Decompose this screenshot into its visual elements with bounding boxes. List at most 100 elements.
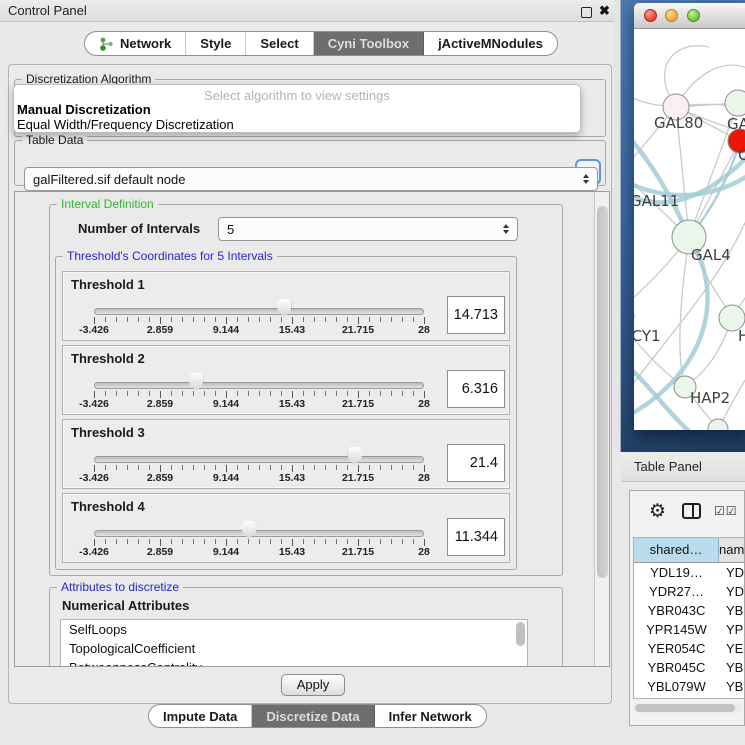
column-header-name[interactable]: name [719, 538, 745, 562]
threshold-slider-track[interactable] [94, 530, 424, 537]
attribute-list-item[interactable]: BetweennessCentrality [61, 658, 527, 667]
cell-shared-name[interactable]: YBR043C [634, 601, 719, 620]
threshold-slider-track[interactable] [94, 308, 424, 315]
settings-scrollpane: Interval Definition Number of Intervals … [14, 191, 610, 667]
table-row[interactable]: YDL19…YDL1 [634, 563, 745, 582]
attribute-list-item[interactable]: TopologicalCoefficient [61, 639, 527, 658]
threshold-value-field[interactable]: 6.316 [447, 370, 505, 408]
node-label: GAL11 [634, 192, 679, 210]
panel-divider[interactable] [614, 0, 621, 452]
apply-button[interactable]: Apply [281, 674, 345, 696]
node-table[interactable]: shared… name YDL19…YDL1YDR27…YDR2YBR043C… [633, 537, 745, 699]
table-row[interactable]: YBL079WYBL0 [634, 677, 745, 696]
slider-tick-label: -3.426 [79, 324, 109, 336]
node-label: GA [727, 115, 745, 133]
threshold-slider-track[interactable] [94, 456, 424, 463]
gear-icon[interactable]: ⚙ [649, 500, 666, 523]
cell-shared-name[interactable]: YLR345W [634, 696, 719, 699]
table-data-combobox[interactable]: galFiltered.sif default node [24, 167, 598, 191]
cell-shared-name[interactable]: YBL079W [634, 677, 719, 696]
tab-infer-network[interactable]: Infer Network [375, 705, 486, 727]
cell-shared-name[interactable]: YER054C [634, 639, 719, 658]
slider-tick-label: 15.43 [279, 398, 305, 410]
tab-style[interactable]: Style [186, 32, 246, 55]
network-node[interactable] [725, 90, 745, 116]
cell-name[interactable]: YDL1 [719, 563, 745, 582]
zoom-traffic-light-icon[interactable] [687, 9, 700, 22]
tab-jactivemnodules[interactable]: jActiveMNodules [424, 32, 557, 55]
number-of-intervals-combobox[interactable]: 5 [218, 217, 518, 241]
slider-major-tick [358, 317, 359, 324]
network-canvas[interactable]: GAL80GACGAL11GAL4GCY1HHAP2 [634, 29, 745, 430]
threshold-slider-track[interactable] [94, 382, 424, 389]
numerical-attributes-list[interactable]: SelfLoopsTopologicalCoefficientBetweenne… [60, 619, 528, 667]
network-window-titlebar[interactable] [634, 3, 745, 29]
cell-name[interactable]: YDR2 [719, 582, 745, 601]
cell-name[interactable]: YBR0 [719, 601, 745, 620]
threshold-panel-3: Threshold 3-3.4262.8599.14415.4321.71528… [62, 419, 510, 489]
cell-shared-name[interactable]: YDR27… [634, 582, 719, 601]
table-panel-title: Table Panel [634, 459, 702, 474]
attribute-list-item[interactable]: SelfLoops [61, 620, 527, 639]
slider-tick-label: 28 [418, 324, 430, 336]
threshold-value-field[interactable]: 11.344 [447, 518, 505, 556]
cell-name[interactable]: YLR3 [719, 696, 745, 699]
table-horizontal-scrollbar[interactable] [633, 703, 743, 713]
tab-impute-data[interactable]: Impute Data [149, 705, 252, 727]
table-row[interactable]: YER054CYER0 [634, 639, 745, 658]
table-row[interactable]: YLR345WYLR3 [634, 696, 745, 699]
slider-tick-label: 9.144 [213, 472, 239, 484]
dropdown-option-manual-discretization[interactable]: Manual Discretization [17, 102, 151, 117]
table-row[interactable]: YBR045CYBR0 [634, 658, 745, 677]
cell-name[interactable]: YBL0 [719, 677, 745, 696]
table-row[interactable]: YBR043CYBR0 [634, 601, 745, 620]
slider-major-tick [358, 539, 359, 546]
network-edge[interactable] [634, 125, 689, 237]
combobox-arrows-icon [499, 224, 513, 234]
table-panel-body: ⚙ ☑☑ shared… name YDL19…YDL1YDR27…YDR2YB… [621, 482, 745, 745]
slider-major-tick [94, 317, 95, 324]
slider-major-tick [226, 391, 227, 398]
column-layout-icon[interactable] [682, 503, 701, 519]
slider-major-tick [358, 391, 359, 398]
slider-major-tick [424, 465, 425, 472]
cell-shared-name[interactable]: YDL19… [634, 563, 719, 582]
node-label: C [738, 146, 745, 164]
slider-major-tick [292, 391, 293, 398]
threshold-value-field[interactable]: 21.4 [447, 444, 505, 482]
network-window[interactable]: GAL80GACGAL11GAL4GCY1HHAP2 [634, 3, 745, 430]
slider-tick-marks [94, 465, 425, 470]
table-hscrollbar-thumb[interactable] [635, 704, 735, 712]
threshold-value-field[interactable]: 14.713 [447, 296, 505, 334]
tab-cyni-toolbox[interactable]: Cyni Toolbox [314, 32, 424, 55]
cell-name[interactable]: YPR1 [719, 620, 745, 639]
attributes-list-scrollbar[interactable] [516, 622, 525, 646]
checkbox-icons[interactable]: ☑☑ [714, 504, 738, 518]
minimize-traffic-light-icon[interactable] [665, 9, 678, 22]
close-traffic-light-icon[interactable] [644, 9, 657, 22]
table-row[interactable]: YPR145WYPR1 [634, 620, 745, 639]
table-row[interactable]: YDR27…YDR2 [634, 582, 745, 601]
control-panel-titlebar: Control Panel ✖ [0, 0, 621, 22]
slider-major-tick [160, 391, 161, 398]
column-header-shared-name[interactable]: shared… [634, 538, 719, 562]
network-graph: GAL80GACGAL11GAL4GCY1HHAP2 [634, 29, 745, 430]
float-window-icon[interactable] [581, 7, 592, 18]
settings-scrollbar-thumb[interactable] [597, 206, 608, 578]
tab-discretize-data[interactable]: Discretize Data [252, 705, 374, 727]
cell-name[interactable]: YBR0 [719, 658, 745, 677]
slider-tick-marks [94, 391, 425, 396]
cell-name[interactable]: YER0 [719, 639, 745, 658]
combobox-arrows-icon [579, 174, 593, 184]
settings-scrollbar[interactable] [594, 192, 609, 666]
slider-major-tick [292, 539, 293, 546]
dropdown-option-equal-width[interactable]: Equal Width/Frequency Discretization [17, 117, 234, 132]
tab-network[interactable]: Network [85, 32, 186, 55]
cell-shared-name[interactable]: YBR045C [634, 658, 719, 677]
thresholds-group: Threshold's Coordinates for 5 Intervals … [55, 256, 517, 570]
cell-shared-name[interactable]: YPR145W [634, 620, 719, 639]
close-icon[interactable]: ✖ [599, 3, 610, 19]
node-label: H [738, 327, 745, 345]
tab-select[interactable]: Select [246, 32, 313, 55]
slider-major-tick [94, 391, 95, 398]
